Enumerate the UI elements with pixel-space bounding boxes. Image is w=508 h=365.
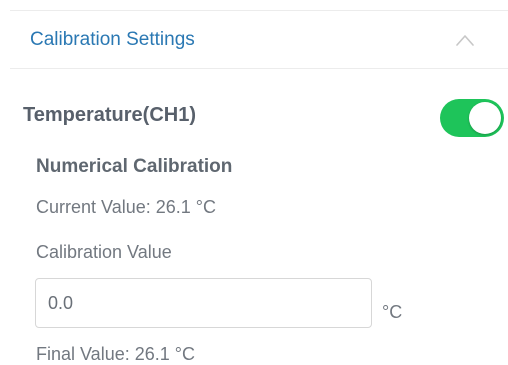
numerical-calibration-title: Numerical Calibration — [36, 156, 233, 177]
calibration-settings-header[interactable]: Calibration Settings — [0, 11, 508, 68]
calibration-value-label: Calibration Value — [36, 242, 172, 262]
final-value-text: Final Value: 26.1 °C — [36, 344, 195, 364]
chevron-up-icon[interactable] — [450, 25, 480, 55]
section-title: Calibration Settings — [30, 29, 195, 50]
current-value-text: Current Value: 26.1 °C — [36, 197, 216, 217]
channel-title: Temperature(CH1) — [23, 104, 196, 126]
calibration-value-input[interactable] — [35, 278, 372, 328]
toggle-knob — [469, 102, 501, 134]
unit-label: °C — [382, 302, 403, 322]
channel-enable-toggle[interactable] — [440, 99, 504, 137]
header-divider — [10, 68, 508, 69]
